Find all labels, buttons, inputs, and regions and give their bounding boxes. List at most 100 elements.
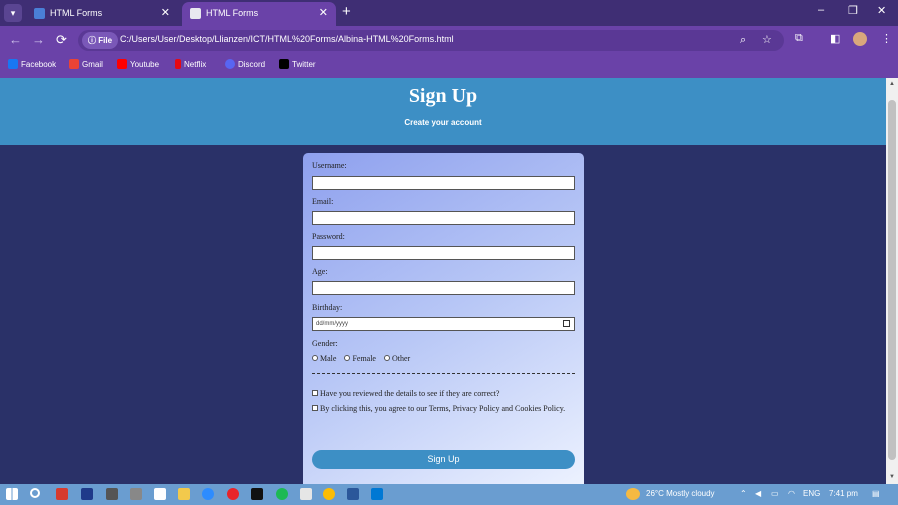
gender-option-male[interactable]: Male xyxy=(312,354,336,363)
profile-avatar[interactable] xyxy=(853,32,867,46)
age-label: Age: xyxy=(312,267,328,276)
back-button[interactable]: ← xyxy=(9,32,22,47)
signup-button[interactable]: Sign Up xyxy=(312,450,575,469)
restore-button[interactable]: ❐ xyxy=(848,4,858,17)
date-placeholder: dd/mm/yyyy xyxy=(316,321,349,327)
spotify-icon[interactable] xyxy=(276,488,288,500)
bookmark-discord[interactable]: Discord xyxy=(225,59,265,69)
bookmark-star-icon[interactable]: ☆ xyxy=(762,33,772,46)
info-icon: ⓘ xyxy=(88,36,99,45)
vscode-icon[interactable] xyxy=(371,488,383,500)
gender-option-female[interactable]: Female xyxy=(344,354,376,363)
tab-html-forms-1[interactable]: HTML Forms ✕ xyxy=(26,2,178,26)
bookmark-netflix[interactable]: Netflix xyxy=(175,59,206,69)
minimize-button[interactable]: – xyxy=(818,4,824,16)
app-icon[interactable] xyxy=(130,488,142,500)
bookmark-facebook[interactable]: Facebook xyxy=(8,59,56,69)
close-tab-icon[interactable]: ✕ xyxy=(319,6,328,19)
app-icon[interactable] xyxy=(81,488,93,500)
youtube-icon xyxy=(117,59,127,69)
page-favicon-icon xyxy=(34,8,45,19)
scroll-thumb[interactable] xyxy=(888,100,896,460)
clock[interactable]: 7:41 pm xyxy=(829,489,858,498)
wifi-icon[interactable]: ◠ xyxy=(788,489,795,498)
tray-chevron-icon[interactable]: ⌃ xyxy=(740,489,747,498)
notifications-icon[interactable]: ▤ xyxy=(872,489,880,498)
page-subtitle: Create your account xyxy=(404,118,482,127)
age-field[interactable] xyxy=(312,281,575,295)
bookmarks-bar: Facebook Gmail Youtube Netflix Discord T… xyxy=(0,54,898,78)
language-indicator[interactable]: ENG xyxy=(803,489,820,498)
terms-checkbox[interactable] xyxy=(312,405,318,411)
zoom-icon[interactable]: ⌕ xyxy=(740,34,746,47)
address-bar[interactable]: ⓘ File C:/Users/User/Desktop/Llianzen/IC… xyxy=(78,30,784,51)
review-checkbox-row[interactable]: Have you reviewed the details to see if … xyxy=(312,386,567,401)
gmail-icon xyxy=(69,59,79,69)
page-header: Sign Up Create your account xyxy=(0,78,886,145)
menu-kebab-icon[interactable]: ⋮ xyxy=(881,32,892,45)
gender-radio-group: Male Female Other xyxy=(312,354,416,363)
url-text[interactable]: C:/Users/User/Desktop/Llianzen/ICT/HTML%… xyxy=(120,34,454,44)
word-icon[interactable] xyxy=(347,488,359,500)
radio-button[interactable] xyxy=(312,355,318,361)
gender-label: Gender: xyxy=(312,339,338,348)
scroll-up-icon[interactable]: ▲ xyxy=(889,81,895,87)
bookmark-twitter[interactable]: Twitter xyxy=(279,59,316,69)
page-scrollbar[interactable]: ▲ ▼ xyxy=(886,78,898,484)
extensions-icon[interactable]: ⧉ xyxy=(795,32,803,45)
app-icon[interactable] xyxy=(300,488,312,500)
forward-button[interactable]: → xyxy=(32,32,45,47)
discord-icon xyxy=(225,59,235,69)
new-tab-button[interactable]: + xyxy=(342,3,351,20)
form-divider xyxy=(312,373,575,374)
password-field[interactable] xyxy=(312,246,575,260)
tab-title: HTML Forms xyxy=(206,8,259,18)
windows-taskbar: 26°C Mostly cloudy ⌃ ◀ ▭ ◠ ENG 7:41 pm ▤ xyxy=(0,484,898,505)
opera-icon[interactable] xyxy=(227,488,239,500)
tab-html-forms-2[interactable]: HTML Forms ✕ xyxy=(182,2,336,26)
close-tab-icon[interactable]: ✕ xyxy=(161,6,170,19)
signup-form: Username: Email: Password: Age: Birthday… xyxy=(303,153,584,484)
facebook-icon xyxy=(8,59,18,69)
terms-checkbox-row[interactable]: By clicking this, you agree to our Terms… xyxy=(312,401,567,416)
file-explorer-icon[interactable] xyxy=(178,488,190,500)
username-label: Username: xyxy=(312,161,347,170)
username-field[interactable] xyxy=(312,176,575,190)
review-checkbox[interactable] xyxy=(312,390,318,396)
birthday-date-field[interactable]: dd/mm/yyyy xyxy=(312,317,575,331)
x-icon xyxy=(279,59,289,69)
volume-icon[interactable]: ◀ xyxy=(755,489,761,498)
zoom-app-icon[interactable] xyxy=(202,488,214,500)
gender-option-other[interactable]: Other xyxy=(383,354,410,363)
windows-start-icon[interactable] xyxy=(6,488,18,500)
app-icon[interactable] xyxy=(56,488,68,500)
netflix-app-icon[interactable] xyxy=(251,488,263,500)
birthday-label: Birthday: xyxy=(312,303,343,312)
close-window-button[interactable]: ✕ xyxy=(877,4,886,17)
radio-button[interactable] xyxy=(383,355,390,361)
netflix-icon xyxy=(175,59,181,69)
weather-icon[interactable] xyxy=(626,488,640,500)
app-icon[interactable] xyxy=(154,488,166,500)
search-icon[interactable] xyxy=(30,488,40,498)
tab-strip: ▾ HTML Forms ✕ HTML Forms ✕ + – ❐ ✕ xyxy=(0,0,898,26)
battery-icon[interactable]: ▭ xyxy=(771,489,779,498)
reload-button[interactable]: ⟳ xyxy=(56,32,67,48)
side-panel-icon[interactable]: ◧ xyxy=(830,32,840,45)
password-label: Password: xyxy=(312,232,345,241)
scroll-down-icon[interactable]: ▼ xyxy=(889,474,895,480)
page-favicon-icon xyxy=(190,8,201,19)
scheme-label: File xyxy=(98,36,113,45)
chrome-icon[interactable] xyxy=(323,488,335,500)
tab-search-button[interactable]: ▾ xyxy=(4,4,22,22)
page-viewport: Sign Up Create your account Username: Em… xyxy=(0,78,886,484)
email-field[interactable] xyxy=(312,211,575,225)
calendar-icon[interactable] xyxy=(563,320,570,327)
weather-text[interactable]: 26°C Mostly cloudy xyxy=(646,489,715,498)
site-info-chip[interactable]: ⓘ File xyxy=(82,32,119,49)
bookmark-youtube[interactable]: Youtube xyxy=(117,59,159,69)
bookmark-gmail[interactable]: Gmail xyxy=(69,59,103,69)
email-label: Email: xyxy=(312,197,334,206)
radio-button[interactable] xyxy=(344,355,351,361)
app-icon[interactable] xyxy=(106,488,118,500)
